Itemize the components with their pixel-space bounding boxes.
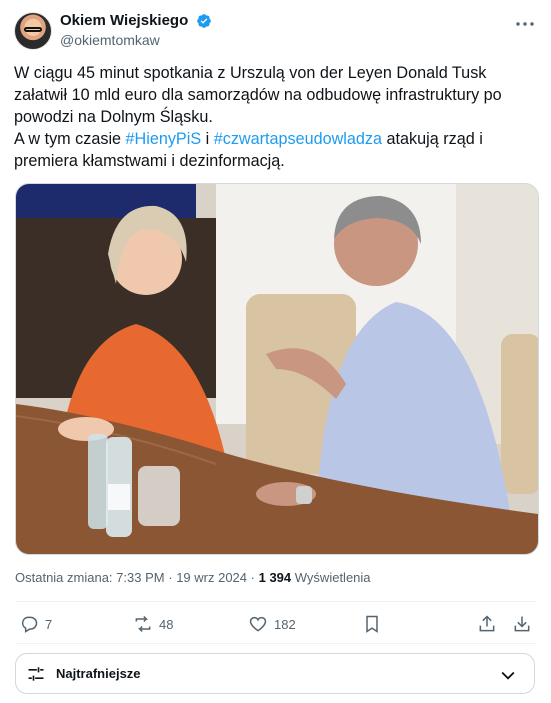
tweet-time[interactable]: 7:33 PM (116, 570, 164, 585)
views-count: 1 394 (258, 570, 292, 585)
download-button[interactable] (512, 610, 532, 638)
tweet-header: Okiem Wiejskiego @okiemtomkaw (14, 10, 539, 50)
author-block: Okiem Wiejskiego @okiemtomkaw (60, 11, 212, 49)
author-handle[interactable]: @okiemtomkaw (60, 31, 212, 49)
chevron-down-icon (501, 671, 515, 680)
reply-sort-dropdown[interactable]: Najtrafniejsze (15, 653, 535, 694)
like-count: 182 (274, 616, 296, 632)
photo-illustration (16, 184, 538, 554)
more-options-icon[interactable] (513, 16, 537, 32)
verified-badge-icon[interactable] (196, 13, 212, 29)
bookmark-button[interactable] (362, 610, 382, 638)
reply-icon (21, 616, 38, 633)
tweet-photo[interactable] (15, 183, 539, 555)
heart-icon (249, 616, 267, 632)
tweet-date[interactable]: 19 wrz 2024 (176, 570, 247, 585)
reply-count: 7 (45, 616, 53, 632)
repost-icon (135, 615, 151, 633)
share-icon (479, 615, 495, 632)
hashtag-link-czwartapseudowladza[interactable]: #czwartapseudowladza (214, 130, 382, 148)
tweet-text-segment: i (201, 130, 214, 148)
author-display-name[interactable]: Okiem Wiejskiego (60, 11, 188, 30)
edited-label[interactable]: Ostatnia zmiana: (15, 570, 113, 585)
tweet-text: W ciągu 45 minut spotkania z Urszulą von… (14, 62, 539, 172)
like-button[interactable]: 182 (248, 610, 296, 638)
reply-button[interactable]: 7 (19, 610, 52, 638)
bookmark-icon (366, 615, 378, 633)
meta-dot: · (250, 570, 255, 585)
repost-button[interactable]: 48 (133, 610, 173, 638)
divider (15, 643, 537, 644)
sort-label: Najtrafniejsze (56, 666, 141, 681)
repost-count: 48 (159, 616, 174, 632)
hashtag-link-hienypis[interactable]: #HienyPiS (126, 130, 202, 148)
share-button[interactable] (477, 610, 497, 638)
divider (15, 601, 537, 602)
sliders-icon (28, 667, 44, 681)
action-bar: 7 48 182 (15, 610, 537, 638)
avatar[interactable] (14, 12, 52, 50)
views-label: Wyświetlenia (294, 570, 371, 585)
download-icon (514, 616, 530, 632)
meta-separator: · (168, 570, 173, 585)
tweet-meta: Ostatnia zmiana: 7:33 PM · 19 wrz 2024 ·… (15, 570, 371, 586)
